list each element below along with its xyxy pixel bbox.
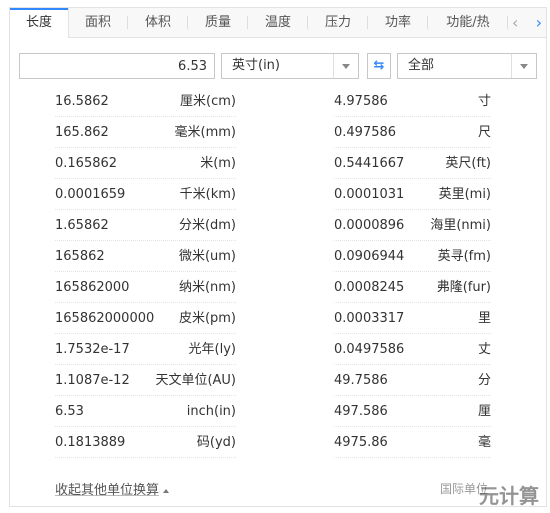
result-value: 6.53: [55, 404, 84, 419]
result-value: 1.65862: [55, 218, 109, 233]
result-row: 0.0000896 海里(nmi): [334, 210, 491, 241]
tab-mass[interactable]: 质量: [188, 8, 248, 37]
result-row: 0.497586 尺: [334, 117, 491, 148]
result-unit: 尺: [477, 125, 491, 140]
caret-up-icon: [163, 488, 170, 493]
result-row: 4975.86 毫: [334, 427, 491, 458]
result-unit: 纳米(nm): [178, 280, 236, 295]
result-row: 1.1087e-12 天文单位(AU): [55, 365, 236, 396]
result-row: 0.0008245 弗隆(fur): [334, 272, 491, 303]
chevron-left-icon[interactable]: ‹: [512, 13, 518, 32]
collapse-label: 收起其他单位换算: [55, 483, 160, 498]
result-row: 165.862 毫米(mm): [55, 117, 236, 148]
result-unit: 英寻(fm): [437, 249, 491, 264]
result-row: 165862 微米(um): [55, 241, 236, 272]
result-value: 16.5862: [55, 94, 109, 109]
collapse-other-units-link[interactable]: 收起其他单位换算: [55, 479, 170, 498]
result-unit: 毫米(mm): [174, 125, 236, 140]
result-unit: 毫: [477, 435, 491, 450]
result-row: 6.53 inch(in): [55, 396, 236, 427]
result-unit: inch(in): [186, 404, 236, 419]
result-row: 49.7586 分: [334, 365, 491, 396]
tab-volume[interactable]: 体积: [128, 8, 188, 37]
result-unit: 皮米(pm): [178, 311, 236, 326]
result-value: 0.5441667: [334, 156, 405, 171]
result-value: 1.1087e-12: [55, 373, 130, 388]
result-value: 0.497586: [334, 125, 397, 140]
result-value: 165862000: [55, 280, 130, 295]
result-unit: 微米(um): [178, 249, 236, 264]
tab-scroll-controls: ‹ ›: [512, 8, 542, 37]
result-row: 0.0497586 丈: [334, 334, 491, 365]
result-unit: 天文单位(AU): [155, 373, 236, 388]
tab-area[interactable]: 面积: [68, 8, 128, 37]
result-unit: 海里(nmi): [430, 218, 491, 233]
result-value: 497.586: [334, 404, 388, 419]
chevron-right-icon[interactable]: ›: [536, 13, 542, 32]
tab-power[interactable]: 功率: [368, 8, 428, 37]
tab-temperature[interactable]: 温度: [248, 8, 308, 37]
result-unit: 千米(km): [179, 187, 236, 202]
swap-icon[interactable]: ⇆: [367, 53, 391, 79]
tab-energy[interactable]: 功能/热: [428, 8, 508, 37]
result-value: 4.97586: [334, 94, 388, 109]
result-unit: 厘米(cm): [180, 94, 236, 109]
result-unit: 码(yd): [196, 435, 236, 450]
result-unit: 寸: [477, 94, 491, 109]
result-row: 1.7532e-17 光年(ly): [55, 334, 236, 365]
result-row: 497.586 厘: [334, 396, 491, 427]
to-unit-label: 全部: [408, 58, 435, 73]
tab-pressure[interactable]: 压力: [308, 8, 368, 37]
result-value: 165.862: [55, 125, 109, 140]
result-row: 0.0001031 英里(mi): [334, 179, 491, 210]
result-value: 0.1813889: [55, 435, 126, 450]
result-value: 0.165862: [55, 156, 118, 171]
result-row: 0.0001659 千米(km): [55, 179, 236, 210]
result-unit: 厘: [477, 404, 491, 419]
result-row: 0.165862 米(m): [55, 148, 236, 179]
result-value: 0.0003317: [334, 311, 405, 326]
result-row: 0.0906944 英寻(fm): [334, 241, 491, 272]
result-value: 165862000000: [55, 311, 155, 326]
result-row: 1.65862 分米(dm): [55, 210, 236, 241]
result-value: 4975.86: [334, 435, 388, 450]
result-value: 0.0497586: [334, 342, 405, 357]
result-unit: 里: [477, 311, 491, 326]
result-row: 165862000000 皮米(pm): [55, 303, 236, 334]
converter-controls: 英寸(in) ⇆ 全部: [19, 53, 537, 79]
result-unit: 英尺(ft): [445, 156, 491, 171]
from-unit-select[interactable]: 英寸(in): [221, 53, 359, 79]
result-unit: 英里(mi): [438, 187, 491, 202]
from-unit-label: 英寸(in): [232, 58, 280, 73]
unit-converter-widget: 长度 面积 体积 质量 温度 压力 功率 功能/热 ‹ › 英寸(in) ⇆ 全…: [9, 7, 547, 507]
result-value: 1.7532e-17: [55, 342, 130, 357]
result-value: 49.7586: [334, 373, 388, 388]
result-value: 0.0001031: [334, 187, 405, 202]
watermark-logo: 元计算: [479, 484, 539, 508]
result-value: 0.0008245: [334, 280, 405, 295]
result-unit: 分: [477, 373, 491, 388]
result-unit: 光年(ly): [188, 342, 236, 357]
result-value: 0.0001659: [55, 187, 126, 202]
result-unit: 分米(dm): [178, 218, 236, 233]
tab-length[interactable]: 长度: [10, 8, 69, 38]
chevron-down-icon: [511, 54, 536, 78]
result-unit: 米(m): [200, 156, 236, 171]
value-input[interactable]: [19, 53, 215, 79]
result-row: 16.5862 厘米(cm): [55, 86, 236, 117]
result-row: 165862000 纳米(nm): [55, 272, 236, 303]
result-row: 0.5441667 英尺(ft): [334, 148, 491, 179]
result-value: 0.0906944: [334, 249, 405, 264]
to-unit-select[interactable]: 全部: [397, 53, 537, 79]
result-unit: 弗隆(fur): [436, 280, 491, 295]
result-value: 165862: [55, 249, 105, 264]
chevron-down-icon: [333, 54, 358, 78]
result-value: 0.0000896: [334, 218, 405, 233]
result-row: 4.97586 寸: [334, 86, 491, 117]
result-unit: 丈: [477, 342, 491, 357]
result-row: 0.0003317 里: [334, 303, 491, 334]
result-row: 0.1813889 码(yd): [55, 427, 236, 458]
category-tabs: 长度 面积 体积 质量 温度 压力 功率 功能/热 ‹ ›: [10, 8, 546, 38]
